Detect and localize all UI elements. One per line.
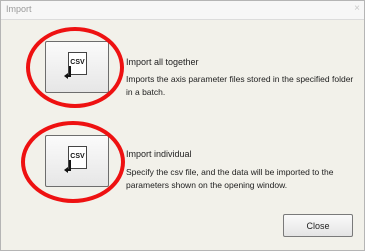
option-title: Import individual <box>126 149 192 159</box>
import-individual-button[interactable]: CSV <box>45 135 109 187</box>
window-title: Import <box>6 4 32 14</box>
import-all-together-button[interactable]: CSV <box>45 41 109 93</box>
option-title: Import all together <box>126 57 199 67</box>
svg-text:CSV: CSV <box>70 59 85 66</box>
csv-import-icon: CSV <box>64 52 87 79</box>
svg-text:CSV: CSV <box>70 153 85 160</box>
title-bar: Import × <box>1 1 364 20</box>
close-button[interactable]: Close <box>283 214 353 237</box>
option-description: Specify the csv file, and the data will … <box>126 167 334 190</box>
close-icon[interactable]: × <box>354 3 360 15</box>
option-description: Imports the axis parameter files stored … <box>126 74 354 97</box>
csv-import-icon: CSV <box>64 146 87 173</box>
import-dialog: Import × CSV Import all together Imports… <box>0 0 365 251</box>
